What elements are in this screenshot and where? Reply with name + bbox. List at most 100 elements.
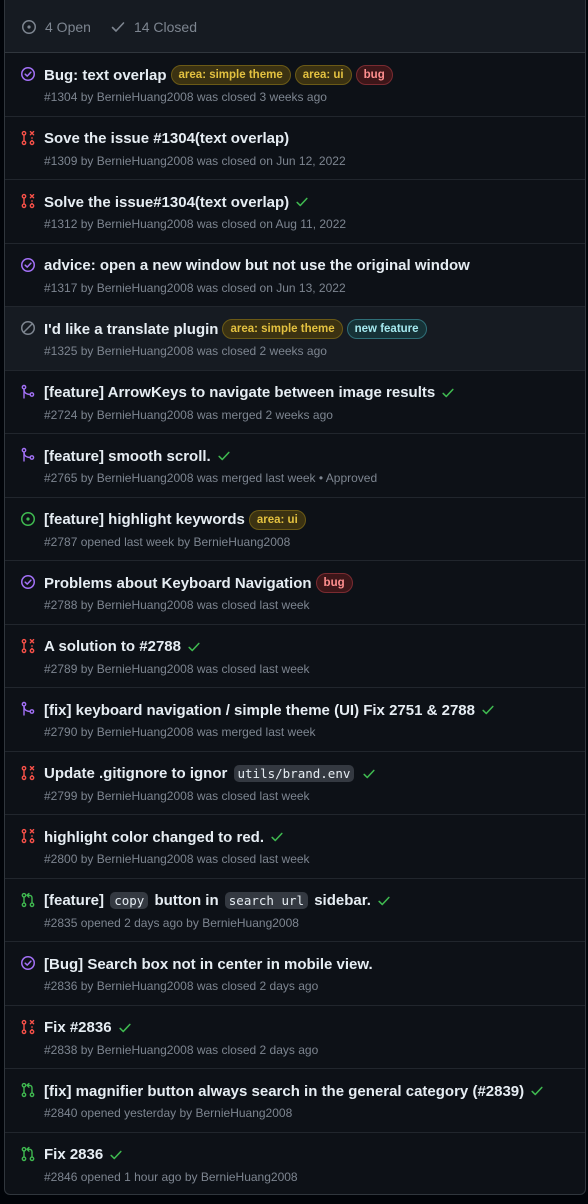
meta-by-word: by	[80, 471, 94, 485]
issue-author-link[interactable]: BernieHuang2008	[97, 852, 194, 866]
issue-title[interactable]: [feature] ArrowKeys to navigate between …	[44, 384, 435, 401]
checks-passed-icon[interactable]	[270, 830, 284, 844]
issue-title-line: [fix] keyboard navigation / simple theme…	[44, 699, 577, 721]
issue-author-link[interactable]: BernieHuang2008	[202, 916, 299, 930]
issue-title[interactable]: Fix #2836	[44, 1019, 112, 1036]
issue-row[interactable]: [fix] magnifier button always search in …	[5, 1069, 585, 1133]
label-area-simple-theme[interactable]: area: simple theme	[222, 319, 343, 339]
open-filter[interactable]: 4 Open	[21, 19, 91, 35]
label-area-ui[interactable]: area: ui	[294, 65, 352, 85]
issue-title[interactable]: A solution to #2788	[44, 638, 181, 655]
issue-row[interactable]: Update .gitignore to ignor utils/brand.e…	[5, 752, 585, 815]
issue-title-line: Solve the issue#1304(text overlap)	[44, 191, 577, 213]
issue-row[interactable]: Fix 2836 #2846 opened 1 hour ago by Berni…	[5, 1133, 585, 1195]
issue-row[interactable]: advice: open a new window but not use th…	[5, 244, 585, 307]
issue-author-link[interactable]: BernieHuang2008	[196, 1106, 293, 1120]
meta-by-word: by	[80, 90, 94, 104]
issue-row[interactable]: highlight color changed to red. #2800 by …	[5, 815, 585, 879]
issue-meta: #2790 by BernieHuang2008 was merged last…	[44, 725, 316, 739]
issue-number: #1317	[44, 280, 78, 295]
issue-title[interactable]: [fix] keyboard navigation / simple theme…	[44, 702, 475, 719]
issue-row[interactable]: Bug: text overlap area: simple theme area:…	[5, 53, 585, 117]
title-text: [Bug] Search box not in center in mobile…	[44, 955, 373, 973]
issue-title[interactable]: [feature] copy button in search url side…	[44, 892, 371, 909]
issue-title[interactable]: I'd like a translate plugin	[44, 321, 218, 338]
issue-meta: #2800 by BernieHuang2008 was closed last…	[44, 852, 310, 866]
issue-author-link[interactable]: BernieHuang2008	[97, 90, 194, 104]
issue-title[interactable]: Bug: text overlap	[44, 67, 167, 84]
checks-passed-icon[interactable]	[118, 1021, 132, 1035]
issue-row[interactable]: Solve the issue#1304(text overlap) #1312 …	[5, 180, 585, 244]
issue-meta: #1304 by BernieHuang2008 was closed 3 we…	[44, 90, 327, 104]
issue-author-link[interactable]: BernieHuang2008	[97, 217, 194, 231]
checks-passed-icon[interactable]	[481, 703, 495, 717]
issue-opened-icon	[22, 19, 36, 34]
issue-status: opened last week	[80, 534, 175, 549]
issue-author-link[interactable]: BernieHuang2008	[97, 1043, 194, 1057]
checks-passed-icon[interactable]	[362, 767, 376, 781]
issue-title[interactable]: [feature] smooth scroll.	[44, 448, 211, 465]
issue-author-link[interactable]: BernieHuang2008	[97, 979, 194, 993]
issue-row[interactable]: [fix] keyboard navigation / simple theme…	[5, 688, 585, 752]
checks-passed-icon[interactable]	[295, 195, 309, 209]
meta-by-word: by	[80, 407, 94, 422]
title-text: sidebar.	[310, 892, 371, 909]
issue-title[interactable]: Solve the issue#1304(text overlap)	[44, 194, 289, 211]
issue-closed-icon	[21, 575, 35, 589]
issue-author-link[interactable]: BernieHuang2008	[97, 471, 194, 485]
label-new-feature[interactable]: new feature	[346, 319, 427, 339]
issue-row[interactable]: [feature] smooth scroll. #2765 by BernieH…	[5, 434, 585, 498]
issue-author-link[interactable]: BernieHuang2008	[97, 154, 194, 168]
checks-passed-icon[interactable]	[187, 640, 201, 654]
label-bug[interactable]: bug	[355, 65, 393, 85]
issue-row[interactable]: [feature] highlight keywords area: ui #278…	[5, 498, 585, 561]
issue-meta: #2724 by BernieHuang2008 was merged 2 we…	[44, 408, 333, 422]
checks-passed-icon[interactable]	[530, 1084, 544, 1098]
issue-author-link[interactable]: BernieHuang2008	[97, 789, 194, 803]
issue-author-link[interactable]: BernieHuang2008	[97, 725, 194, 739]
meta-by-word: by	[80, 788, 94, 803]
issue-row[interactable]: [Bug] Search box not in center in mobile…	[5, 942, 585, 1006]
issue-author-link[interactable]: BernieHuang2008	[97, 662, 194, 676]
checks-passed-icon[interactable]	[109, 1148, 123, 1162]
issue-status: was closed 2 days ago	[196, 979, 319, 993]
issue-title-line: Sove the issue #1304(text overlap)	[44, 128, 577, 150]
issue-number: #1325	[44, 344, 78, 358]
issue-title[interactable]: Update .gitignore to ignor utils/brand.e…	[44, 765, 356, 782]
issue-author-link[interactable]: BernieHuang2008	[97, 598, 194, 612]
meta-by-word: by	[80, 852, 94, 866]
label-bug[interactable]: bug	[315, 573, 353, 593]
issue-author-link[interactable]: BernieHuang2008	[97, 281, 194, 295]
checks-passed-icon[interactable]	[217, 449, 231, 463]
issue-status: was closed 3 weeks ago	[196, 90, 327, 104]
issue-row[interactable]: Problems about Keyboard Navigation bug #27…	[5, 561, 585, 625]
issue-author-link[interactable]: BernieHuang2008	[201, 1170, 298, 1184]
label-area-simple-theme[interactable]: area: simple theme	[170, 65, 291, 85]
issue-title[interactable]: Fix 2836	[44, 1146, 103, 1163]
issue-row[interactable]: [feature] ArrowKeys to navigate between …	[5, 371, 585, 434]
issue-author-link[interactable]: BernieHuang2008	[97, 344, 194, 358]
issue-status: opened 1 hour ago	[80, 1169, 182, 1184]
issue-title[interactable]: [fix] magnifier button always search in …	[44, 1083, 524, 1100]
issue-title[interactable]: [Bug] Search box not in center in mobile…	[44, 956, 373, 973]
checks-passed-icon[interactable]	[377, 894, 391, 908]
issue-status: was merged 2 weeks ago	[196, 407, 333, 422]
closed-filter[interactable]: 14 Closed	[110, 19, 197, 35]
issue-title[interactable]: highlight color changed to red.	[44, 829, 264, 846]
issue-author-link[interactable]: BernieHuang2008	[97, 408, 194, 422]
label-area-ui[interactable]: area: ui	[248, 509, 306, 530]
issue-row[interactable]: Sove the issue #1304(text overlap) #1309 …	[5, 117, 585, 180]
issue-row[interactable]: I'd like a translate plugin area: simple …	[5, 307, 585, 371]
issue-row[interactable]: A solution to #2788 #2789 by BernieHuang2…	[5, 625, 585, 688]
issue-number: #2836	[44, 979, 78, 993]
issue-row[interactable]: Fix #2836 #2838 by BernieHuang2008 was cl…	[5, 1006, 585, 1069]
issue-title[interactable]: advice: open a new window but not use th…	[44, 257, 470, 274]
checks-passed-icon[interactable]	[441, 386, 455, 400]
issue-author-link[interactable]: BernieHuang2008	[194, 535, 291, 549]
issue-title[interactable]: [feature] highlight keywords	[44, 511, 245, 528]
issue-row[interactable]: [feature] copy button in search url side…	[5, 879, 585, 942]
issue-number: #2790	[44, 725, 78, 739]
issue-title[interactable]: Problems about Keyboard Navigation	[44, 575, 312, 592]
issue-title[interactable]: Sove the issue #1304(text overlap)	[44, 130, 289, 147]
issue-status: was merged last week	[196, 725, 316, 739]
